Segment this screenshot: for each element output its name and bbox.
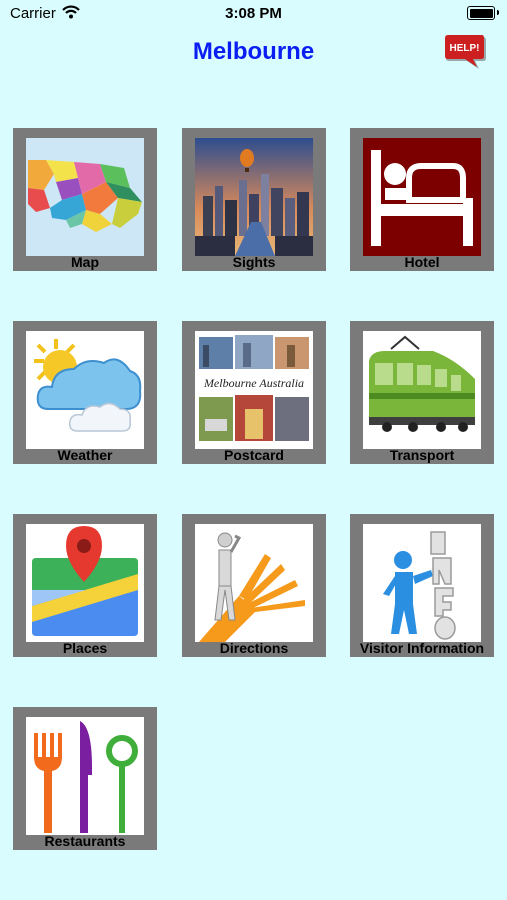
help-button[interactable]: HELP! (444, 33, 486, 69)
tile-label: Weather (57, 447, 113, 463)
sun-cloud-icon (26, 331, 144, 449)
tile-hotel[interactable]: Hotel (350, 128, 494, 271)
tile-visitor-information[interactable]: Visitor Information (350, 514, 494, 657)
victoria-map-icon (26, 138, 144, 256)
page-title: Melbourne (192, 38, 315, 65)
postcard-collage-icon: Melbourne Australia (195, 331, 313, 449)
tile-transport[interactable]: Transport (350, 321, 494, 464)
tram-icon (363, 331, 481, 449)
help-speech-bubble-icon: HELP! (445, 35, 486, 69)
tile-label: Sights (232, 254, 276, 270)
tile-restaurants[interactable]: Restaurants (13, 707, 157, 850)
status-time: 3:08 PM (225, 5, 282, 22)
tile-places[interactable]: Places (13, 514, 157, 657)
tile-label: Transport (389, 447, 455, 463)
tile-label: Map (71, 254, 99, 270)
tile-sights[interactable]: Sights (182, 128, 326, 271)
city-balloon-photo-icon (195, 138, 313, 256)
battery-icon (467, 6, 499, 20)
info-figure-icon (363, 524, 481, 642)
tile-label: Restaurants (44, 833, 126, 849)
help-label: HELP! (450, 43, 480, 54)
tile-label: Visitor Information (359, 640, 485, 656)
tile-label: Hotel (404, 254, 440, 270)
tile-label: Directions (219, 640, 289, 656)
tile-map[interactable]: Map (13, 128, 157, 271)
postcard-text: Melbourne Australia (203, 376, 304, 390)
status-bar: Carrier 3:08 PM (0, 0, 507, 26)
tile-weather[interactable]: Weather (13, 321, 157, 464)
map-pin-icon (26, 524, 144, 642)
tile-directions[interactable]: Directions (182, 514, 326, 657)
tile-label: Postcard (224, 447, 284, 463)
cutlery-icon (26, 717, 144, 835)
hotel-bed-icon (363, 138, 481, 256)
tile-postcard[interactable]: Melbourne Australia Postcard (182, 321, 326, 464)
tile-label: Places (62, 640, 108, 656)
directions-arrows-icon (195, 524, 313, 642)
